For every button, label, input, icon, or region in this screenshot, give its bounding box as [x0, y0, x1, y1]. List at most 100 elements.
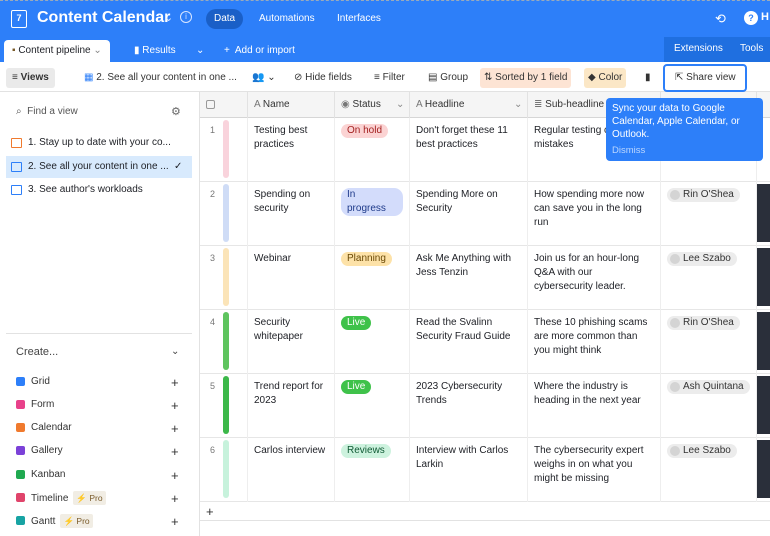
chevron-down-icon[interactable]: ⌄	[396, 92, 404, 118]
plus-icon[interactable]: +	[171, 444, 179, 459]
row-color-bar	[223, 120, 229, 178]
add-import-button[interactable]: + Add or import	[216, 40, 303, 62]
row-color-bar	[223, 248, 229, 306]
chevron-down-icon[interactable]: ⌄	[514, 92, 522, 118]
name-cell[interactable]: Carlos interview	[248, 438, 335, 502]
create-calendar[interactable]: Calendar	[16, 421, 72, 435]
subheadline-cell[interactable]: The cybersecurity expert weighs in on wh…	[528, 438, 661, 502]
name-cell[interactable]: Webinar	[248, 246, 335, 310]
tab-data[interactable]: Data	[206, 9, 244, 29]
collaborators-icon[interactable]: 👥 ⌄	[248, 68, 280, 88]
table-row[interactable]: 2 Spending on security In progress Spending…	[200, 182, 770, 246]
status-cell[interactable]: In progress	[335, 182, 410, 246]
create-grid[interactable]: Grid	[16, 375, 50, 389]
name-cell[interactable]: Trend report for 2023	[248, 374, 335, 438]
headline-cell[interactable]: Don't forget these 11 best practices	[410, 118, 528, 182]
column-header-headline[interactable]: A Headline ⌄	[410, 92, 528, 118]
status-cell[interactable]: Live	[335, 310, 410, 374]
sidebar-view-2[interactable]: 2. See all your content in one ... ✓	[6, 156, 192, 178]
author-cell[interactable]: Rin O'Shea	[661, 310, 757, 374]
status-cell[interactable]: Live	[335, 374, 410, 438]
author-cell[interactable]: Ash Quintana	[661, 374, 757, 438]
status-badge: Live	[341, 380, 372, 394]
tab-automations[interactable]: Automations	[251, 9, 323, 29]
author-cell[interactable]: Lee Szabo	[661, 438, 757, 502]
hide-fields-button[interactable]: ⊘ Hide fields	[290, 68, 356, 88]
create-label: Gallery	[31, 445, 63, 456]
help-icon[interactable]: ?	[744, 11, 758, 25]
color-button[interactable]: ◆ Color	[584, 68, 627, 88]
table-row[interactable]: 3 Webinar Planning Ask Me Anything with Jes…	[200, 246, 770, 310]
add-row-button[interactable]: +	[206, 504, 214, 519]
status-cell[interactable]: Reviews	[335, 438, 410, 502]
chevron-down-icon[interactable]: ⌄	[93, 45, 101, 56]
attachment-thumbnail[interactable]	[757, 312, 770, 370]
plus-icon[interactable]: +	[171, 491, 179, 506]
column-header-status[interactable]: ◉ Status ⌄	[335, 92, 410, 118]
row-height-icon[interactable]: ▮	[641, 68, 655, 88]
name-cell[interactable]: Spending on security	[248, 182, 335, 246]
status-cell[interactable]: On hold	[335, 118, 410, 182]
find-view-input[interactable]: ⌕ Find a view	[16, 106, 78, 117]
table-tab-results[interactable]: ▮ Results	[126, 40, 184, 62]
help-label[interactable]: H	[761, 11, 769, 23]
table-row[interactable]: 6 Carlos interview Reviews Interview with C…	[200, 438, 770, 502]
chevron-down-icon[interactable]: ⌄	[171, 346, 179, 357]
attachment-thumbnail[interactable]	[757, 376, 770, 434]
create-form[interactable]: Form	[16, 398, 54, 412]
create-timeline[interactable]: Timeline ⚡ Pro	[16, 491, 106, 505]
group-button[interactable]: ▤ Group	[424, 68, 472, 88]
headline-cell[interactable]: Read the Svalinn Security Fraud Guide	[410, 310, 528, 374]
current-view-button[interactable]: ▦ 2. See all your content in one ...	[80, 68, 241, 88]
info-icon[interactable]: i	[180, 11, 192, 23]
attachment-thumbnail[interactable]	[757, 248, 770, 306]
row-number: 4	[210, 317, 216, 327]
sidebar-view-1[interactable]: 1. Stay up to date with your co...	[6, 132, 192, 154]
tab-interfaces[interactable]: Interfaces	[329, 9, 389, 29]
create-gantt[interactable]: Gantt ⚡ Pro	[16, 514, 93, 528]
table-row[interactable]: 5 Trend report for 2023 Live 2023 Cybersecu…	[200, 374, 770, 438]
filter-button[interactable]: ≡ Filter	[370, 68, 409, 88]
headline-cell[interactable]: Ask Me Anything with Jess Tenzin	[410, 246, 528, 310]
sort-button[interactable]: ⇅ Sorted by 1 field	[480, 68, 572, 88]
plus-icon[interactable]: +	[171, 421, 179, 436]
extensions-button[interactable]: Extensions	[674, 43, 723, 54]
subheadline-cell[interactable]: Where the industry is heading in the nex…	[528, 374, 661, 438]
headline-cell[interactable]: Spending More on Security	[410, 182, 528, 246]
timeline-icon	[16, 493, 25, 502]
status-cell[interactable]: Planning	[335, 246, 410, 310]
subheadline-cell[interactable]: Join us for an hour-long Q&A with our cy…	[528, 246, 661, 310]
plus-icon[interactable]: +	[171, 375, 179, 390]
subheadline-cell[interactable]: These 10 phishing scams are more common …	[528, 310, 661, 374]
create-gallery[interactable]: Gallery	[16, 444, 63, 458]
attachment-thumbnail[interactable]	[757, 440, 770, 498]
name-cell[interactable]: Testing best practices	[248, 118, 335, 182]
chevron-down-icon[interactable]: ⌄	[164, 11, 173, 24]
headline-cell[interactable]: 2023 Cybersecurity Trends	[410, 374, 528, 438]
column-header-name[interactable]: A Name	[248, 92, 335, 118]
create-kanban[interactable]: Kanban	[16, 468, 65, 482]
share-view-button[interactable]: ⇱ Share view	[663, 64, 747, 92]
history-icon[interactable]: ⟲	[715, 11, 726, 27]
tooltip-dismiss-button[interactable]: Dismiss	[612, 144, 757, 157]
table-tab-content-pipeline[interactable]: ▪ Content pipeline ⌄	[4, 40, 110, 62]
select-all-checkbox[interactable]	[200, 92, 248, 118]
attachment-thumbnail[interactable]	[757, 184, 770, 242]
base-title[interactable]: Content Calendar	[37, 9, 170, 27]
table-row[interactable]: 4 Security whitepaper Live Read the Svalinn…	[200, 310, 770, 374]
subheadline-cell[interactable]: How spending more now can save you in th…	[528, 182, 661, 246]
column-label: Name	[262, 99, 290, 110]
name-cell[interactable]: Security whitepaper	[248, 310, 335, 374]
create-header[interactable]: Create...	[16, 346, 58, 358]
plus-icon[interactable]: +	[171, 468, 179, 483]
author-cell[interactable]: Rin O'Shea	[661, 182, 757, 246]
headline-cell[interactable]: Interview with Carlos Larkin	[410, 438, 528, 502]
tables-menu-chevron[interactable]: ⌄	[188, 40, 212, 62]
plus-icon[interactable]: +	[171, 398, 179, 413]
views-button[interactable]: ≡ Views	[6, 68, 55, 88]
tools-button[interactable]: Tools	[740, 43, 763, 54]
author-cell[interactable]: Lee Szabo	[661, 246, 757, 310]
plus-icon[interactable]: +	[171, 514, 179, 529]
gear-icon[interactable]: ⚙	[171, 105, 181, 118]
sidebar-view-3[interactable]: 3. See author's workloads	[6, 179, 192, 201]
